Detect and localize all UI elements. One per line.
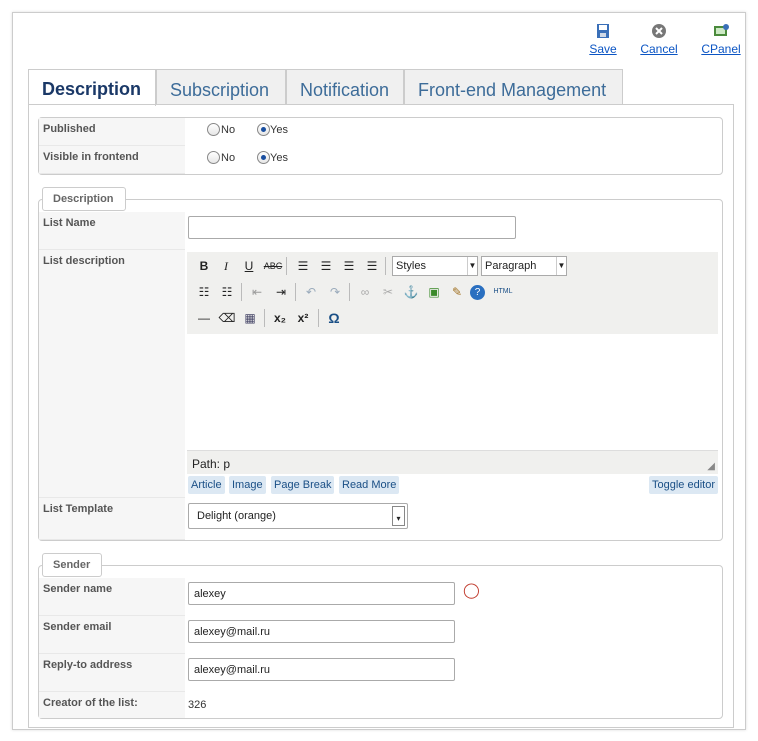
bullet-list-icon[interactable]: ☷: [194, 282, 214, 302]
special-char-icon[interactable]: Ω: [324, 308, 344, 328]
list-template-row: List Template Delight (orange) ▾: [39, 498, 722, 540]
published-label: Published: [39, 118, 185, 146]
list-name-input[interactable]: [188, 216, 516, 239]
published-row: Published No Yes: [39, 118, 722, 146]
tab-panel: Published No Yes Visible in frontend No …: [28, 104, 734, 728]
user-icon[interactable]: ◯: [463, 581, 480, 599]
html-icon[interactable]: HTML: [491, 282, 515, 302]
list-description-row: List description B I U ABC ☰ ☰ ☰ ☰ Style…: [39, 250, 722, 498]
list-name-label: List Name: [39, 212, 185, 250]
bold-icon[interactable]: B: [194, 256, 214, 276]
sender-email-label: Sender email: [39, 616, 185, 654]
article-button[interactable]: Article: [188, 476, 225, 494]
sender-name-label: Sender name: [39, 578, 185, 616]
italic-icon[interactable]: I: [216, 256, 236, 276]
save-label: Save: [589, 42, 617, 56]
editor-toolbar: B I U ABC ☰ ☰ ☰ ☰ Styles ▼ Paragraph ▼ ☷…: [187, 252, 718, 334]
published-no-radio[interactable]: [207, 123, 220, 136]
image-button[interactable]: Image: [229, 476, 266, 494]
description-legend: Description: [42, 187, 126, 211]
styles-select[interactable]: Styles ▼: [392, 256, 478, 276]
creator-label: Creator of the list:: [39, 692, 185, 718]
underline-icon[interactable]: U: [239, 256, 259, 276]
cancel-label: Cancel: [640, 42, 678, 56]
tab-front-end-management[interactable]: Front-end Management: [404, 69, 623, 105]
help-icon[interactable]: ?: [470, 285, 485, 300]
cleanup-icon[interactable]: ✎: [447, 282, 467, 302]
align-center-icon[interactable]: ☰: [316, 256, 336, 276]
tab-subscription[interactable]: Subscription: [156, 69, 286, 105]
read-more-button[interactable]: Read More: [339, 476, 400, 494]
cpanel-button[interactable]: CPanel: [697, 23, 745, 56]
link-icon[interactable]: ∞: [355, 282, 375, 302]
description-box: List Name List description B I U ABC ☰ ☰…: [38, 199, 723, 541]
align-left-icon[interactable]: ☰: [293, 256, 313, 276]
editor-statusbar: Path: p ◢: [187, 450, 718, 474]
visible-no-radio[interactable]: [207, 151, 220, 164]
sender-box: Sender name ◯ Sender email Reply-to addr…: [38, 565, 723, 719]
creator-row: Creator of the list: 326: [39, 692, 722, 718]
creator-value: 326: [188, 699, 207, 711]
editor-path: Path: p: [192, 457, 231, 471]
strikethrough-icon[interactable]: ABC: [263, 256, 283, 276]
indent-icon[interactable]: ⇥: [271, 282, 291, 302]
superscript-icon[interactable]: x²: [293, 308, 313, 328]
sender-legend: Sender: [42, 553, 102, 577]
visible-yes-label: Yes: [270, 152, 288, 164]
cancel-button[interactable]: Cancel: [635, 23, 683, 56]
publish-box: Published No Yes Visible in frontend No …: [38, 117, 723, 175]
table-icon[interactable]: ▦: [240, 308, 260, 328]
anchor-icon[interactable]: ⚓: [401, 282, 421, 302]
reply-to-row: Reply-to address: [39, 654, 722, 692]
visible-yes-radio[interactable]: [257, 151, 270, 164]
published-yes-radio[interactable]: [257, 123, 270, 136]
styles-select-value: Styles: [396, 260, 426, 272]
list-template-select[interactable]: Delight (orange) ▾: [188, 503, 408, 529]
eraser-icon[interactable]: ⌫: [217, 308, 237, 328]
save-icon: [595, 23, 611, 39]
list-name-row: List Name: [39, 212, 722, 250]
subscript-icon[interactable]: x₂: [270, 308, 290, 328]
list-template-label: List Template: [39, 498, 185, 540]
align-right-icon[interactable]: ☰: [339, 256, 359, 276]
tab-description[interactable]: Description: [28, 69, 156, 106]
save-button[interactable]: Save: [579, 23, 627, 56]
reply-to-input[interactable]: [188, 658, 455, 681]
redo-icon[interactable]: ↷: [325, 282, 345, 302]
visible-label: Visible in frontend: [39, 146, 185, 174]
published-no-label: No: [221, 124, 236, 136]
outdent-icon[interactable]: ⇤: [247, 282, 267, 302]
list-description-label: List description: [39, 250, 185, 498]
sender-email-row: Sender email: [39, 616, 722, 654]
chevron-down-icon: ▼: [467, 257, 477, 275]
justify-icon[interactable]: ☰: [362, 256, 382, 276]
chevron-down-icon: ▼: [556, 257, 566, 275]
resize-handle-icon[interactable]: ◢: [707, 461, 715, 472]
chevron-down-icon: ▾: [392, 506, 405, 526]
cancel-icon: [651, 23, 667, 39]
horizontal-rule-icon[interactable]: —: [194, 308, 214, 328]
cpanel-icon: [713, 23, 729, 39]
toggle-editor-button[interactable]: Toggle editor: [649, 476, 718, 494]
numbered-list-icon[interactable]: ☷: [217, 282, 237, 302]
editor-content-area[interactable]: [187, 334, 718, 450]
paragraph-select-value: Paragraph: [485, 260, 537, 272]
sender-name-input[interactable]: [188, 582, 455, 605]
image-icon[interactable]: ▣: [424, 282, 444, 302]
visible-no-label: No: [221, 152, 236, 164]
cpanel-label: CPanel: [701, 42, 741, 56]
list-template-value: Delight (orange): [197, 510, 276, 522]
published-yes-label: Yes: [270, 124, 288, 136]
reply-to-label: Reply-to address: [39, 654, 185, 692]
tab-notification[interactable]: Notification: [286, 69, 404, 105]
page-break-button[interactable]: Page Break: [271, 476, 335, 494]
main-window: Save Cancel CPanel Description Subscript…: [12, 12, 746, 730]
unlink-icon[interactable]: ✂: [378, 282, 398, 302]
paragraph-select[interactable]: Paragraph ▼: [481, 256, 567, 276]
rich-text-editor: B I U ABC ☰ ☰ ☰ ☰ Styles ▼ Paragraph ▼ ☷…: [185, 250, 722, 498]
visible-row: Visible in frontend No Yes: [39, 146, 722, 174]
sender-email-input[interactable]: [188, 620, 455, 643]
undo-icon[interactable]: ↶: [301, 282, 321, 302]
sender-name-row: Sender name ◯: [39, 578, 722, 616]
